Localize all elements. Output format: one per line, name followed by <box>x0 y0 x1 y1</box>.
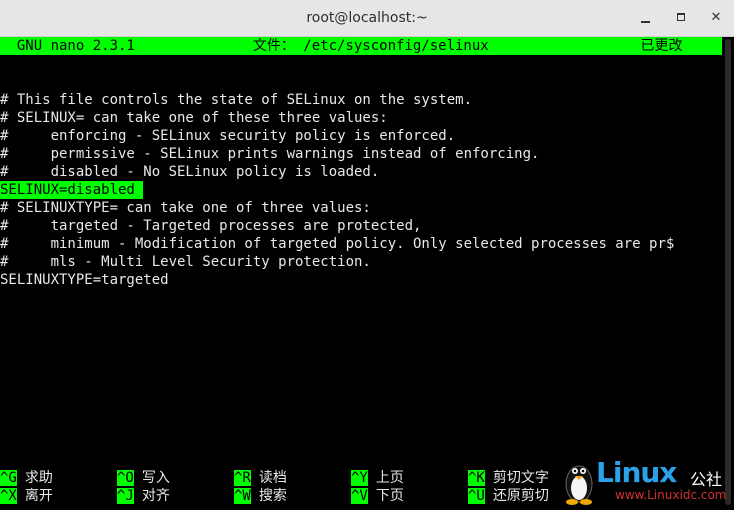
shortcut-label: 求助 <box>24 470 53 486</box>
file-line-4[interactable]: # permissive - SELinux prints warnings i… <box>0 145 539 163</box>
maximize-icon <box>677 13 685 21</box>
shortcut-label: 对齐 <box>141 488 170 504</box>
shortcut-key: ^J <box>117 488 134 504</box>
file-line-7[interactable]: # SELINUXTYPE= can take one of three val… <box>0 199 371 217</box>
close-button[interactable]: ✕ <box>706 8 726 28</box>
shortcut-label: 还原剪切 <box>492 488 549 504</box>
shortcut-key: ^R <box>234 470 251 486</box>
shortcut-label: 上页 <box>375 470 404 486</box>
scrollbar-thumb[interactable] <box>725 39 731 505</box>
shortcut-label: 下页 <box>375 488 404 504</box>
shortcut-search[interactable]: ^W 搜索 <box>234 487 287 505</box>
shortcut-key: ^K <box>468 470 485 486</box>
shortcut-key: ^O <box>117 470 134 486</box>
shortcut-key: ^G <box>0 470 17 486</box>
file-line-selinux-selected[interactable]: SELINUX=disabled <box>0 181 144 199</box>
file-line-11[interactable]: SELINUXTYPE=targeted <box>0 271 169 289</box>
file-line-9[interactable]: # minimum - Modification of targeted pol… <box>0 235 674 253</box>
close-icon: ✕ <box>710 10 722 25</box>
shortcut-cut-text[interactable]: ^K 剪切文字 <box>468 469 549 487</box>
shortcut-label: 剪切文字 <box>492 470 549 486</box>
minimize-icon <box>641 21 650 23</box>
file-line-2[interactable]: # SELINUX= can take one of these three v… <box>0 109 388 127</box>
shortcut-key: ^V <box>351 488 368 504</box>
watermark-url: www.Linuxidc.com <box>615 488 727 502</box>
terminal-area[interactable]: GNU nano 2.3.1 文件： /etc/sysconfig/selinu… <box>0 37 722 507</box>
shortcut-help[interactable]: ^G 求助 <box>0 469 53 487</box>
window-titlebar[interactable]: root@localhost:~ ✕ <box>0 0 734 37</box>
watermark-brand: Linux <box>596 456 677 489</box>
watermark-logo: Linux 公社 www.Linuxidc.com <box>560 456 730 506</box>
shortcut-key: ^W <box>234 488 251 504</box>
tux-penguin-icon <box>565 465 593 505</box>
shortcut-label: 搜索 <box>258 488 287 504</box>
shortcut-read[interactable]: ^R 读档 <box>234 469 287 487</box>
terminal-scrollbar[interactable] <box>722 37 734 507</box>
file-line-10[interactable]: # mls - Multi Level Security protection. <box>0 253 371 271</box>
shortcut-uncut[interactable]: ^U 还原剪切 <box>468 487 549 505</box>
shortcut-justify[interactable]: ^J 对齐 <box>117 487 170 505</box>
shortcut-key: ^X <box>0 488 17 504</box>
shortcut-label: 离开 <box>24 488 53 504</box>
shortcut-label: 读档 <box>258 470 287 486</box>
file-line-5[interactable]: # disabled - No SELinux policy is loaded… <box>0 163 379 181</box>
shortcut-prev-page[interactable]: ^Y 上页 <box>351 469 404 487</box>
shortcut-write[interactable]: ^O 写入 <box>117 469 170 487</box>
minimize-button[interactable] <box>636 8 656 28</box>
file-line-8[interactable]: # targeted - Targeted processes are prot… <box>0 217 421 235</box>
shortcut-key: ^U <box>468 488 485 504</box>
nano-header: GNU nano 2.3.1 文件： /etc/sysconfig/selinu… <box>0 37 722 55</box>
shortcut-label: 写入 <box>141 470 170 486</box>
window-title: root@localhost:~ <box>306 10 428 26</box>
file-line-1[interactable]: # This file controls the state of SELinu… <box>0 91 472 109</box>
watermark-cn: 公社 <box>690 470 723 489</box>
shortcut-exit[interactable]: ^X 离开 <box>0 487 53 505</box>
shortcut-key: ^Y <box>351 470 368 486</box>
shortcut-next-page[interactable]: ^V 下页 <box>351 487 404 505</box>
file-line-3[interactable]: # enforcing - SELinux security policy is… <box>0 127 455 145</box>
maximize-button[interactable] <box>672 8 692 28</box>
